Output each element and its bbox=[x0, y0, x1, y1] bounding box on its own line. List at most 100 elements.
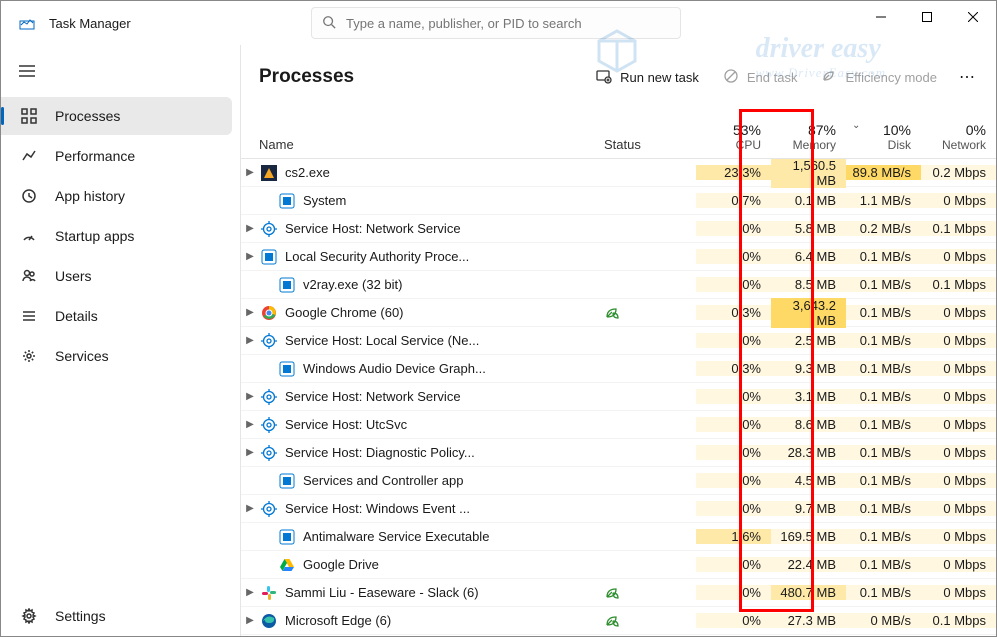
sidebar-item-performance[interactable]: Performance bbox=[1, 137, 232, 175]
table-row[interactable]: ▶Service Host: Network Service0%5.8 MB0.… bbox=[241, 215, 996, 243]
sidebar: Processes Performance App history Startu… bbox=[1, 45, 241, 636]
network-cell: 0 Mbps bbox=[921, 417, 996, 432]
process-icon bbox=[261, 417, 277, 433]
expand-chevron-icon[interactable]: ▶ bbox=[241, 335, 259, 346]
minimize-button[interactable] bbox=[858, 1, 904, 33]
process-name: Service Host: Local Service (Ne... bbox=[285, 333, 604, 348]
process-icon bbox=[261, 165, 277, 181]
sidebar-item-label: Details bbox=[55, 308, 98, 324]
table-row[interactable]: ▶Service Host: Diagnostic Policy...0%28.… bbox=[241, 439, 996, 467]
table-row[interactable]: ▶cs2.exe23.3%1,560.5 MB89.8 MB/s0.2 Mbps bbox=[241, 159, 996, 187]
table-row[interactable]: ▶Service Host: UtcSvc0%8.6 MB0.1 MB/s0 M… bbox=[241, 411, 996, 439]
process-icon bbox=[261, 585, 277, 601]
process-icon bbox=[279, 529, 295, 545]
memory-cell: 480.7 MB bbox=[771, 585, 846, 600]
process-table[interactable]: Name Status 53%CPU 87%Memory ⌄10%Disk 0%… bbox=[241, 109, 996, 636]
sidebar-item-app-history[interactable]: App history bbox=[1, 177, 232, 215]
chevron-down-icon: ⌄ bbox=[852, 120, 860, 131]
table-row[interactable]: Antimalware Service Executable1.6%169.5 … bbox=[241, 523, 996, 551]
expand-chevron-icon[interactable]: ▶ bbox=[241, 615, 259, 626]
app-icon bbox=[19, 15, 35, 31]
sidebar-item-startup-apps[interactable]: Startup apps bbox=[1, 217, 232, 255]
sidebar-item-services[interactable]: Services bbox=[1, 337, 232, 375]
column-header-network[interactable]: 0%Network bbox=[921, 122, 996, 152]
disk-cell: 0.1 MB/s bbox=[846, 501, 921, 516]
column-header-disk[interactable]: ⌄10%Disk bbox=[846, 122, 921, 152]
maximize-button[interactable] bbox=[904, 1, 950, 33]
expand-chevron-icon[interactable]: ▶ bbox=[241, 503, 259, 514]
expand-chevron-icon[interactable]: ▶ bbox=[241, 447, 259, 458]
expand-chevron-icon[interactable]: ▶ bbox=[241, 391, 259, 402]
disk-cell: 0.1 MB/s bbox=[846, 445, 921, 460]
table-row[interactable]: ▶Service Host: Local Service (Ne...0%2.5… bbox=[241, 327, 996, 355]
process-name: Windows Audio Device Graph... bbox=[303, 361, 604, 376]
cpu-cell: 1.6% bbox=[696, 529, 771, 544]
table-row[interactable]: ▶Microsoft Edge (6)0%27.3 MB0 MB/s0.1 Mb… bbox=[241, 607, 996, 635]
cpu-cell: 0% bbox=[696, 221, 771, 236]
sidebar-item-details[interactable]: Details bbox=[1, 297, 232, 335]
sidebar-item-settings[interactable]: Settings bbox=[1, 597, 232, 635]
gauge-icon bbox=[19, 228, 39, 244]
disk-cell: 0.1 MB/s bbox=[846, 389, 921, 404]
network-cell: 0.2 Mbps bbox=[921, 165, 996, 180]
cpu-cell: 0% bbox=[696, 557, 771, 572]
table-row[interactable]: ▶Service Host: Windows Event ...0%9.7 MB… bbox=[241, 495, 996, 523]
hamburger-button[interactable] bbox=[1, 55, 240, 96]
expand-chevron-icon[interactable]: ▶ bbox=[241, 167, 259, 178]
table-row[interactable]: System0.7%0.1 MB1.1 MB/s0 Mbps bbox=[241, 187, 996, 215]
search-box[interactable] bbox=[311, 7, 681, 39]
sidebar-item-processes[interactable]: Processes bbox=[1, 97, 232, 135]
efficiency-mode-button[interactable]: Efficiency mode bbox=[811, 62, 947, 93]
network-cell: 0 Mbps bbox=[921, 501, 996, 516]
cpu-cell: 0% bbox=[696, 417, 771, 432]
process-name: v2ray.exe (32 bit) bbox=[303, 277, 604, 292]
sidebar-item-label: Startup apps bbox=[55, 228, 134, 244]
expand-chevron-icon[interactable]: ▶ bbox=[241, 307, 259, 318]
table-row[interactable]: Google Drive0%22.4 MB0.1 MB/s0 Mbps bbox=[241, 551, 996, 579]
expand-chevron-icon[interactable]: ▶ bbox=[241, 251, 259, 262]
expand-chevron-icon[interactable]: ▶ bbox=[241, 587, 259, 598]
sidebar-item-users[interactable]: Users bbox=[1, 257, 232, 295]
table-row[interactable]: ▶Sammi Liu - Easeware - Slack (6)0%480.7… bbox=[241, 579, 996, 607]
network-cell: 0 Mbps bbox=[921, 389, 996, 404]
search-input[interactable] bbox=[346, 16, 670, 31]
table-row[interactable]: Services and Controller app0%4.5 MB0.1 M… bbox=[241, 467, 996, 495]
process-icon bbox=[279, 361, 295, 377]
page-title: Processes bbox=[259, 66, 582, 88]
column-header-cpu[interactable]: 53%CPU bbox=[696, 122, 771, 152]
table-row[interactable]: ▶Google Chrome (60)0.3%3,643.2 MB0.1 MB/… bbox=[241, 299, 996, 327]
process-name: cs2.exe bbox=[285, 165, 604, 180]
column-header-name[interactable]: Name bbox=[241, 137, 604, 152]
memory-cell: 8.5 MB bbox=[771, 277, 846, 292]
process-icon bbox=[279, 557, 295, 573]
table-row[interactable]: Windows Audio Device Graph...0.3%9.3 MB0… bbox=[241, 355, 996, 383]
run-new-task-button[interactable]: Run new task bbox=[586, 62, 709, 93]
disk-cell: 0.1 MB/s bbox=[846, 277, 921, 292]
expand-chevron-icon[interactable]: ▶ bbox=[241, 223, 259, 234]
memory-cell: 9.3 MB bbox=[771, 361, 846, 376]
end-task-button[interactable]: End task bbox=[713, 62, 808, 93]
process-status bbox=[604, 304, 696, 321]
more-options-button[interactable]: ⋯ bbox=[951, 61, 984, 93]
table-row[interactable]: ▶Local Security Authority Proce...0%6.4 … bbox=[241, 243, 996, 271]
users-icon bbox=[19, 268, 39, 284]
cpu-cell: 0.3% bbox=[696, 305, 771, 320]
table-row[interactable]: v2ray.exe (32 bit)0%8.5 MB0.1 MB/s0.1 Mb… bbox=[241, 271, 996, 299]
memory-cell: 8.6 MB bbox=[771, 417, 846, 432]
close-button[interactable] bbox=[950, 1, 996, 33]
process-status bbox=[604, 584, 696, 601]
disk-cell: 0 MB/s bbox=[846, 613, 921, 628]
column-header-status[interactable]: Status bbox=[604, 137, 696, 152]
column-header-memory[interactable]: 87%Memory bbox=[771, 122, 846, 152]
gear-icon bbox=[19, 348, 39, 364]
network-cell: 0 Mbps bbox=[921, 585, 996, 600]
cpu-cell: 0% bbox=[696, 389, 771, 404]
memory-cell: 2.5 MB bbox=[771, 333, 846, 348]
expand-chevron-icon[interactable]: ▶ bbox=[241, 419, 259, 430]
table-row[interactable]: ▶Windows Explorer (2)0.4%96.8 MB0 MB/s0 … bbox=[241, 635, 996, 636]
process-icon bbox=[261, 221, 277, 237]
cpu-cell: 23.3% bbox=[696, 165, 771, 180]
process-icon bbox=[261, 613, 277, 629]
sidebar-item-label: Settings bbox=[55, 608, 106, 624]
table-row[interactable]: ▶Service Host: Network Service0%3.1 MB0.… bbox=[241, 383, 996, 411]
